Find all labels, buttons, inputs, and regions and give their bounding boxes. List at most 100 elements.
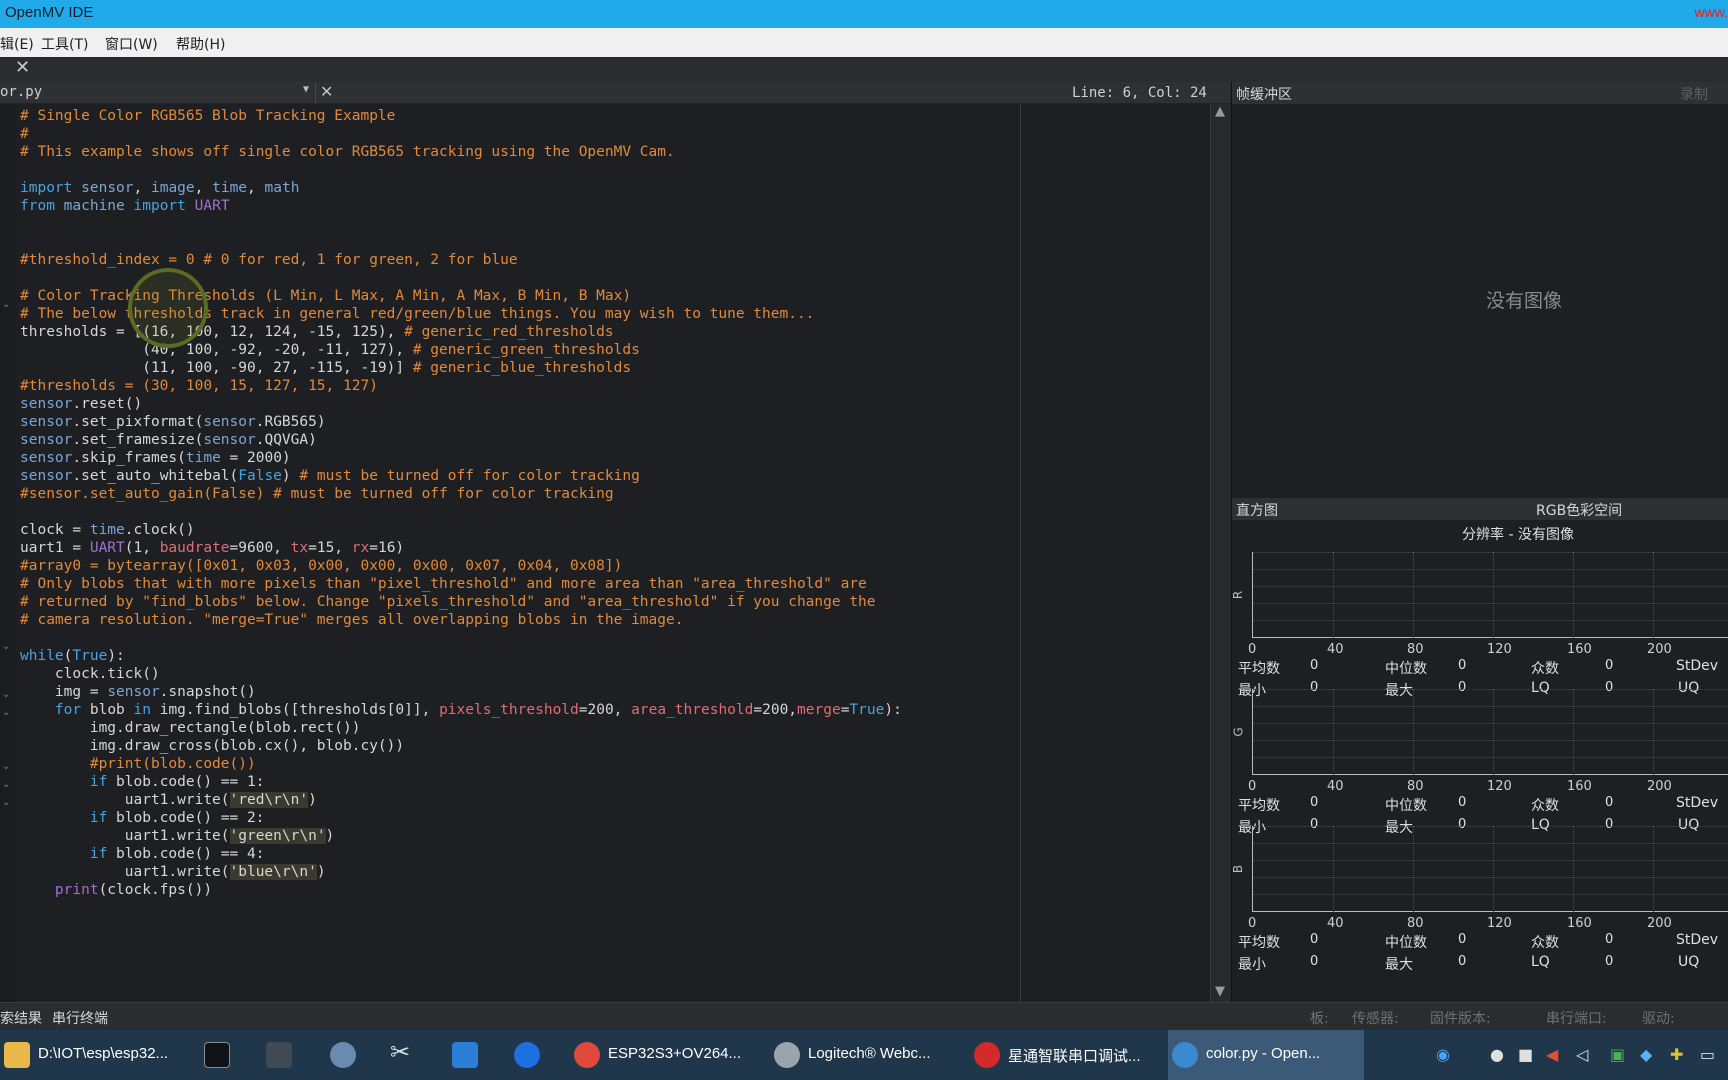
menu-window[interactable]: 窗口(W) <box>105 34 158 54</box>
axis-tick-label: 40 <box>1327 779 1344 794</box>
axis-tick-label: 0 <box>1248 779 1257 794</box>
code-line[interactable]: sensor.skip_frames(time = 2000) <box>20 449 902 467</box>
scroll-up-icon[interactable]: ▲ <box>1215 104 1225 119</box>
camera-icon[interactable]: ■ <box>1518 1045 1533 1064</box>
taskbar-network-app[interactable] <box>262 1030 298 1080</box>
webcam-icon <box>774 1042 800 1068</box>
taskbar-chrome[interactable]: ESP32S3+OV264... <box>570 1030 760 1080</box>
fold-marker-icon[interactable]: ⌄ <box>2 689 10 700</box>
code-line[interactable]: clock = time.clock() <box>20 521 902 539</box>
folder-icon <box>4 1042 30 1068</box>
taskbar-explorer[interactable]: D:\IOT\esp\esp32... <box>0 1030 190 1080</box>
qq-icon[interactable]: ◉ <box>1436 1045 1450 1064</box>
tray-app-icon[interactable]: ● <box>1490 1045 1504 1064</box>
taskbar-webcam[interactable]: Logitech® Webc... <box>770 1030 960 1080</box>
channel-label: G <box>1231 727 1246 737</box>
tray-plus-icon[interactable]: ✚ <box>1670 1045 1683 1064</box>
code-line[interactable]: # Single Color RGB565 Blob Tracking Exam… <box>20 107 902 125</box>
taskbar-feishu[interactable] <box>510 1030 546 1080</box>
code-line[interactable]: sensor.set_pixformat(sensor.RGB565) <box>20 413 902 431</box>
grid-line <box>1333 689 1334 775</box>
code-line[interactable]: uart1.write('red\r\n') <box>20 791 902 809</box>
code-line[interactable] <box>20 161 902 179</box>
code-line[interactable] <box>20 233 902 251</box>
code-line[interactable]: #thresholds = (30, 100, 15, 127, 15, 127… <box>20 377 902 395</box>
code-text[interactable]: # Single Color RGB565 Blob Tracking Exam… <box>20 107 902 899</box>
tab-search-results[interactable]: 索结果 <box>0 1008 42 1028</box>
status-firmware: 固件版本: <box>1430 1011 1491 1027</box>
stat-max-label: 最大 <box>1385 957 1413 973</box>
menu-tools[interactable]: 工具(T) <box>41 34 88 54</box>
code-line[interactable]: uart1.write('green\r\n') <box>20 827 902 845</box>
code-line[interactable] <box>20 503 902 521</box>
code-line[interactable]: uart1 = UART(1, baudrate=9600, tx=15, rx… <box>20 539 902 557</box>
code-editor[interactable]: ⌄ ⌄ ⌄ ⌄ ⌄ ⌄ ⌄ # Single Color RGB565 Blob… <box>0 104 1210 1002</box>
volume-icon[interactable]: ◁ <box>1576 1045 1588 1064</box>
menu-edit[interactable]: 辑(E) <box>0 34 34 54</box>
fold-marker-icon[interactable]: ⌄ <box>2 761 10 772</box>
code-line[interactable]: uart1.write('blue\r\n') <box>20 863 902 881</box>
cloud-icon[interactable]: ◆ <box>1640 1045 1652 1064</box>
grid-line <box>1253 826 1728 827</box>
fold-marker-icon[interactable]: ⌄ <box>2 299 10 310</box>
nvidia-icon[interactable]: ▣ <box>1610 1045 1625 1064</box>
taskbar-terminal[interactable] <box>200 1030 236 1080</box>
fold-marker-icon[interactable]: ⌄ <box>2 641 10 652</box>
fold-marker-icon[interactable]: ⌄ <box>2 797 10 808</box>
code-line[interactable]: (11, 100, -90, 27, -115, -19)] # generic… <box>20 359 902 377</box>
recorder-icon <box>452 1042 478 1068</box>
file-selector[interactable]: or.py ▼ <box>0 82 316 104</box>
code-line[interactable]: #threshold_index = 0 # 0 for red, 1 for … <box>20 251 902 269</box>
code-line[interactable]: print(clock.fps()) <box>20 881 902 899</box>
code-line[interactable]: # Only blobs that with more pixels than … <box>20 575 902 593</box>
code-line[interactable]: if blob.code() == 4: <box>20 845 902 863</box>
close-file-icon[interactable]: ✕ <box>320 82 333 101</box>
code-line[interactable]: sensor.set_framesize(sensor.QQVGA) <box>20 431 902 449</box>
taskbar-globe-app[interactable] <box>326 1030 362 1080</box>
code-line[interactable]: # returned by "find_blobs" below. Change… <box>20 593 902 611</box>
code-line[interactable]: # <box>20 125 902 143</box>
code-line[interactable] <box>20 215 902 233</box>
display-icon[interactable]: ▭ <box>1700 1045 1715 1064</box>
code-line[interactable]: img = sensor.snapshot() <box>20 683 902 701</box>
tray-arrow-icon[interactable]: ◀ <box>1546 1045 1558 1064</box>
code-line[interactable]: #print(blob.code()) <box>20 755 902 773</box>
stat-mode-label: 众数 <box>1531 935 1559 951</box>
taskbar-recorder[interactable] <box>448 1030 484 1080</box>
code-line[interactable]: clock.tick() <box>20 665 902 683</box>
status-sensor: 传感器: <box>1352 1011 1399 1027</box>
menu-help[interactable]: 帮助(H) <box>176 34 225 54</box>
code-line[interactable]: from machine import UART <box>20 197 902 215</box>
code-line[interactable]: if blob.code() == 1: <box>20 773 902 791</box>
histogram-resolution: 分辨率 - 没有图像 <box>1462 527 1574 543</box>
code-line[interactable]: sensor.reset() <box>20 395 902 413</box>
code-line[interactable]: for blob in img.find_blobs([thresholds[0… <box>20 701 902 719</box>
editor-scrollbar[interactable]: ▲ ▼ <box>1210 104 1231 1002</box>
taskbar-uart-tool[interactable]: 星通智联串口调试... <box>970 1030 1160 1080</box>
code-line[interactable]: #array0 = bytearray([0x01, 0x03, 0x00, 0… <box>20 557 902 575</box>
code-line[interactable]: # camera resolution. "merge=True" merges… <box>20 611 902 629</box>
scroll-down-icon[interactable]: ▼ <box>1215 984 1225 999</box>
code-line[interactable]: if blob.code() == 2: <box>20 809 902 827</box>
code-line[interactable]: # This example shows off single color RG… <box>20 143 902 161</box>
uart-icon <box>974 1042 1000 1068</box>
fold-marker-icon[interactable]: ⌄ <box>2 707 10 718</box>
record-button[interactable]: 录制 <box>1680 84 1708 104</box>
code-line[interactable] <box>20 629 902 647</box>
taskbar-openmv[interactable]: color.py - Open... <box>1168 1030 1364 1080</box>
tab-serial-terminal[interactable]: 串行终端 <box>52 1008 108 1028</box>
code-line[interactable]: #sensor.set_auto_gain(False) # must be t… <box>20 485 902 503</box>
taskbar-snipping[interactable]: ✂ <box>386 1030 422 1080</box>
close-icon[interactable]: ✕ <box>15 57 30 78</box>
code-line[interactable]: img.draw_rectangle(blob.rect()) <box>20 719 902 737</box>
code-line[interactable]: img.draw_cross(blob.cx(), blob.cy()) <box>20 737 902 755</box>
code-line[interactable]: while(True): <box>20 647 902 665</box>
status-driver: 驱动: <box>1642 1011 1675 1027</box>
code-line[interactable]: sensor.set_auto_whitebal(False) # must b… <box>20 467 902 485</box>
fold-marker-icon[interactable]: ⌄ <box>2 779 10 790</box>
code-line[interactable]: import sensor, image, time, math <box>20 179 902 197</box>
grid-line <box>1413 826 1414 912</box>
chevron-down-icon[interactable]: ▼ <box>303 84 309 95</box>
frame-buffer-title: 帧缓冲区 <box>1236 87 1292 103</box>
color-space-selector[interactable]: RGB色彩空间 <box>1536 500 1622 520</box>
